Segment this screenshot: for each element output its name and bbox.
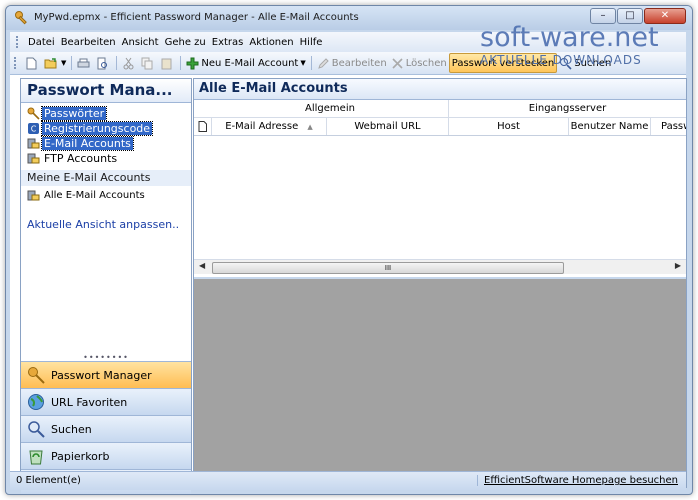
print-preview-button[interactable] xyxy=(94,54,113,72)
app-window: MyPwd.epmx - Efficient Password Manager … xyxy=(5,5,693,495)
nav-label: Suchen xyxy=(51,422,92,436)
column-label: E-Mail Adresse xyxy=(225,121,299,132)
nav-suchen[interactable]: Suchen xyxy=(21,415,191,442)
toolbar-separator xyxy=(310,56,312,70)
printer-icon xyxy=(77,58,90,67)
status-bar: 0 Element(e) EfficientSoftware Homepage … xyxy=(10,471,686,490)
key-icon xyxy=(27,107,40,120)
column-benutzer-name[interactable]: Benutzer Name xyxy=(569,118,651,135)
client-area: Datei Bearbeiten Ansicht Gehe zu Extras … xyxy=(10,32,687,494)
sidebar-title: Passwort Mana... xyxy=(21,79,191,103)
sidebar: Passwort Mana... Passwörter C Registrier… xyxy=(20,78,192,494)
key-icon xyxy=(28,367,45,384)
homepage-link[interactable]: EfficientSoftware Homepage besuchen xyxy=(477,475,678,486)
email-account-icon xyxy=(27,138,40,149)
sidebar-item-label: E-Mail Accounts xyxy=(41,136,134,151)
nav-papierkorb[interactable]: Papierkorb xyxy=(21,442,191,469)
document-icon xyxy=(198,121,207,132)
sidebar-item-alle-email-accounts[interactable]: Alle E-Mail Accounts xyxy=(21,186,191,204)
nav-label: Passwort Manager xyxy=(51,368,152,382)
grip-icon[interactable] xyxy=(16,36,21,48)
menu-gehe-zu[interactable]: Gehe zu xyxy=(162,37,209,48)
nav-label: URL Favoriten xyxy=(51,395,128,409)
toolbar-separator xyxy=(71,56,73,70)
column-passwort[interactable]: Passw xyxy=(651,118,686,135)
column-group-header: Allgemein Eingangsserver xyxy=(194,100,686,118)
status-count: 0 Element(e) xyxy=(16,475,81,486)
pencil-icon xyxy=(317,57,329,69)
column-host[interactable]: Host xyxy=(449,118,569,135)
globe-icon xyxy=(28,394,44,410)
column-email-adresse[interactable]: E-Mail Adresse ▲ xyxy=(212,118,327,135)
key-icon xyxy=(15,11,27,25)
chevron-down-icon: ▼ xyxy=(61,59,67,67)
customize-view-link[interactable]: Aktuelle Ansicht anpassen.. xyxy=(21,218,191,231)
content-panel: Alle E-Mail Accounts Allgemein Eingangss… xyxy=(193,78,687,488)
delete-label: Löschen xyxy=(405,57,447,69)
delete-button[interactable]: Löschen xyxy=(389,54,449,72)
clipboard-icon xyxy=(161,58,172,69)
print-button[interactable] xyxy=(75,54,94,72)
sidebar-item-ftp-accounts[interactable]: FTP Accounts xyxy=(21,151,191,166)
grip-icon[interactable] xyxy=(14,57,19,69)
new-file-icon xyxy=(26,57,37,69)
certificate-icon: C xyxy=(28,123,39,134)
sidebar-group-header: Meine E-Mail Accounts xyxy=(21,170,191,186)
menu-ansicht[interactable]: Ansicht xyxy=(119,37,162,48)
scroll-left-icon[interactable]: ◀ xyxy=(199,261,205,270)
nav-passwort-manager[interactable]: Passwort Manager xyxy=(21,361,191,388)
menu-aktionen[interactable]: Aktionen xyxy=(246,37,296,48)
nav-url-favoriten[interactable]: URL Favoriten xyxy=(21,388,191,415)
sidebar-item-label: Registrierungscode xyxy=(40,121,154,136)
plus-icon xyxy=(186,57,199,69)
toolbar-separator xyxy=(116,56,118,70)
toolbar-separator xyxy=(180,56,182,70)
content-title: Alle E-Mail Accounts xyxy=(194,79,686,100)
paste-button[interactable] xyxy=(158,54,177,72)
sidebar-item-registrierungscode[interactable]: C Registrierungscode xyxy=(21,121,191,136)
column-attachment[interactable] xyxy=(194,118,212,135)
ftp-account-icon xyxy=(27,153,40,164)
horizontal-scrollbar[interactable]: ◀ III ▶ xyxy=(194,259,686,274)
preview-icon xyxy=(97,57,108,69)
edit-label: Bearbeiten xyxy=(331,57,387,69)
chevron-down-icon: ▼ xyxy=(300,59,306,67)
watermark-tagline: AKTUELLE DOWNLOADS xyxy=(480,53,642,67)
menu-bearbeiten[interactable]: Bearbeiten xyxy=(58,37,119,48)
menu-extras[interactable]: Extras xyxy=(209,37,247,48)
new-file-button[interactable] xyxy=(23,54,42,72)
column-webmail-url[interactable]: Webmail URL xyxy=(327,118,449,135)
window-title: MyPwd.epmx - Efficient Password Manager … xyxy=(34,12,359,23)
menu-hilfe[interactable]: Hilfe xyxy=(297,37,326,48)
group-header-eingangsserver[interactable]: Eingangsserver xyxy=(449,100,686,117)
sort-up-icon: ▲ xyxy=(307,123,313,131)
edit-button[interactable]: Bearbeiten xyxy=(315,54,389,72)
scroll-right-icon[interactable]: ▶ xyxy=(675,261,681,270)
scroll-thumb[interactable]: III xyxy=(212,262,564,274)
search-icon xyxy=(28,421,45,438)
nav-label: Papierkorb xyxy=(51,449,110,463)
sidebar-item-label: Passwörter xyxy=(40,106,108,121)
detail-panel xyxy=(194,277,686,487)
new-account-button[interactable]: Neu E-Mail Account ▼ xyxy=(184,54,307,72)
recycle-bin-icon xyxy=(29,450,43,465)
sidebar-item-label: FTP Accounts xyxy=(44,152,118,165)
open-button[interactable]: ▼ xyxy=(42,54,68,72)
cut-button[interactable] xyxy=(120,54,139,72)
menu-datei[interactable]: Datei xyxy=(25,37,58,48)
watermark-logo: soft-ware.net xyxy=(480,22,659,53)
copy-icon xyxy=(141,57,153,69)
email-account-icon xyxy=(27,190,40,200)
copy-button[interactable] xyxy=(139,54,158,72)
sidebar-item-label: Alle E-Mail Accounts xyxy=(44,189,145,201)
sidebar-item-email-accounts[interactable]: E-Mail Accounts xyxy=(21,136,191,151)
delete-icon xyxy=(392,57,403,69)
sidebar-item-passwoerter[interactable]: Passwörter xyxy=(21,106,191,121)
group-header-allgemein[interactable]: Allgemein xyxy=(212,100,449,117)
column-header-row: E-Mail Adresse ▲ Webmail URL Host Benutz… xyxy=(194,118,686,136)
folder-icon xyxy=(44,57,57,68)
scissors-icon xyxy=(123,57,134,69)
svg-text:C: C xyxy=(31,125,37,134)
new-account-label: Neu E-Mail Account xyxy=(201,57,299,69)
